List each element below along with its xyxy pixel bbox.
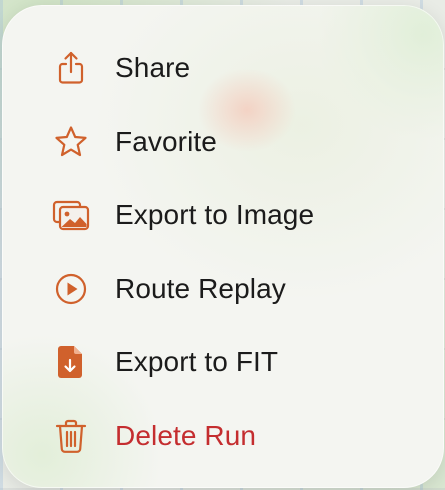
menu-item-label: Delete Run bbox=[115, 420, 257, 451]
menu-item-label: Export to Image bbox=[115, 199, 315, 230]
image-icon bbox=[52, 196, 90, 234]
menu-item-route-replay[interactable]: Route Replay bbox=[2, 252, 444, 326]
trash-icon bbox=[52, 417, 90, 455]
context-menu: Share Favorite Export to Image Route Rep… bbox=[2, 5, 444, 488]
menu-item-share[interactable]: Share bbox=[2, 31, 444, 105]
star-icon bbox=[52, 123, 90, 161]
menu-item-export-fit[interactable]: Export to FIT bbox=[2, 325, 444, 399]
share-icon bbox=[52, 49, 90, 87]
download-document-icon bbox=[52, 343, 90, 381]
screen: Share Favorite Export to Image Route Rep… bbox=[0, 0, 445, 490]
menu-item-delete-run[interactable]: Delete Run bbox=[2, 399, 444, 473]
menu-item-favorite[interactable]: Favorite bbox=[2, 105, 444, 179]
menu-item-label: Favorite bbox=[115, 126, 217, 157]
menu-item-label: Route Replay bbox=[115, 273, 286, 304]
menu-item-label: Export to FIT bbox=[115, 346, 279, 377]
menu-item-label: Share bbox=[115, 52, 191, 83]
play-circle-icon bbox=[52, 270, 90, 308]
menu-item-export-image[interactable]: Export to Image bbox=[2, 178, 444, 252]
